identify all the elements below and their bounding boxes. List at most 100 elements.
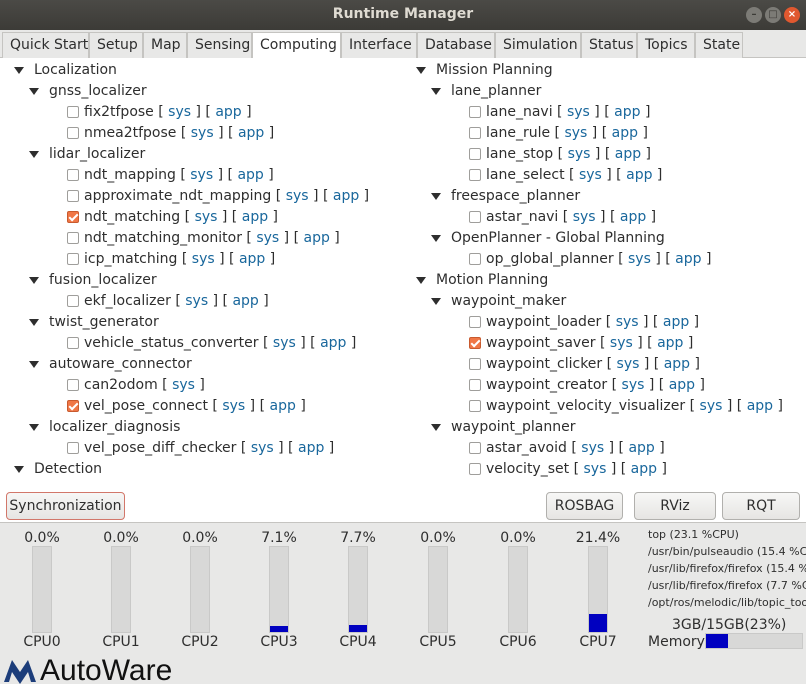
app-link[interactable]: app: [270, 398, 296, 414]
tree-node-label[interactable]: lane_navi: [486, 104, 553, 120]
app-link[interactable]: app: [657, 335, 683, 351]
sys-link[interactable]: sys: [251, 440, 274, 456]
sys-link[interactable]: sys: [567, 104, 590, 120]
node-checkbox[interactable]: [469, 211, 481, 223]
node-checkbox[interactable]: [67, 400, 79, 412]
expand-triangle-icon[interactable]: [431, 235, 441, 242]
tab-status[interactable]: Status: [581, 32, 637, 58]
sys-link[interactable]: sys: [190, 167, 213, 183]
expand-triangle-icon[interactable]: [431, 193, 441, 200]
sys-link[interactable]: sys: [622, 377, 645, 393]
tree-node-label[interactable]: waypoint_velocity_visualizer: [486, 398, 685, 414]
tab-simulation[interactable]: Simulation: [495, 32, 581, 58]
tab-setup[interactable]: Setup: [89, 32, 143, 58]
tree-node-label[interactable]: vel_pose_diff_checker: [84, 440, 236, 456]
tree-node-label[interactable]: approximate_ndt_mapping: [84, 188, 271, 204]
sys-link[interactable]: sys: [564, 125, 587, 141]
node-checkbox[interactable]: [469, 253, 481, 265]
app-link[interactable]: app: [242, 209, 268, 225]
tab-state[interactable]: State: [695, 32, 743, 58]
app-link[interactable]: app: [237, 167, 263, 183]
node-checkbox[interactable]: [67, 337, 79, 349]
tree-node-label[interactable]: ekf_localizer: [84, 293, 171, 309]
app-link[interactable]: app: [333, 188, 359, 204]
expand-triangle-icon[interactable]: [431, 88, 441, 95]
app-link[interactable]: app: [675, 251, 701, 267]
node-checkbox[interactable]: [469, 379, 481, 391]
node-checkbox[interactable]: [469, 106, 481, 118]
tree-node-label[interactable]: ndt_matching_monitor: [84, 230, 242, 246]
sys-link[interactable]: sys: [172, 377, 195, 393]
rviz-button[interactable]: RViz: [634, 492, 716, 520]
sys-link[interactable]: sys: [573, 209, 596, 225]
app-link[interactable]: app: [614, 104, 640, 120]
tree-node-label[interactable]: can2odom: [84, 377, 158, 393]
app-link[interactable]: app: [626, 167, 652, 183]
expand-triangle-icon[interactable]: [14, 67, 24, 74]
rosbag-button[interactable]: ROSBAG: [546, 492, 623, 520]
minimize-icon[interactable]: –: [746, 7, 762, 23]
expand-triangle-icon[interactable]: [416, 67, 426, 74]
app-link[interactable]: app: [615, 146, 641, 162]
app-link[interactable]: app: [304, 230, 330, 246]
app-link[interactable]: app: [612, 125, 638, 141]
maximize-icon[interactable]: □: [765, 7, 781, 23]
tab-sensing[interactable]: Sensing: [187, 32, 252, 58]
close-icon[interactable]: ×: [784, 7, 800, 23]
sys-link[interactable]: sys: [273, 335, 296, 351]
sys-link[interactable]: sys: [610, 335, 633, 351]
node-checkbox[interactable]: [469, 400, 481, 412]
tree-node-label[interactable]: nmea2tfpose: [84, 125, 176, 141]
node-checkbox[interactable]: [67, 211, 79, 223]
node-checkbox[interactable]: [469, 358, 481, 370]
sys-link[interactable]: sys: [222, 398, 245, 414]
expand-triangle-icon[interactable]: [416, 277, 426, 284]
sys-link[interactable]: sys: [191, 125, 214, 141]
app-link[interactable]: app: [664, 356, 690, 372]
node-checkbox[interactable]: [469, 169, 481, 181]
node-checkbox[interactable]: [67, 442, 79, 454]
tree-node-label[interactable]: waypoint_loader: [486, 314, 601, 330]
app-link[interactable]: app: [320, 335, 346, 351]
node-checkbox[interactable]: [469, 316, 481, 328]
sys-link[interactable]: sys: [256, 230, 279, 246]
tree-node-label[interactable]: lane_stop: [486, 146, 553, 162]
node-checkbox[interactable]: [67, 106, 79, 118]
expand-triangle-icon[interactable]: [29, 88, 39, 95]
tab-database[interactable]: Database: [417, 32, 495, 58]
sys-link[interactable]: sys: [617, 356, 640, 372]
sys-link[interactable]: sys: [700, 398, 723, 414]
tree-node-label[interactable]: vehicle_status_converter: [84, 335, 259, 351]
expand-triangle-icon[interactable]: [14, 466, 24, 473]
app-link[interactable]: app: [669, 377, 695, 393]
app-link[interactable]: app: [628, 440, 654, 456]
node-checkbox[interactable]: [67, 232, 79, 244]
sys-link[interactable]: sys: [286, 188, 309, 204]
node-checkbox[interactable]: [67, 379, 79, 391]
app-link[interactable]: app: [747, 398, 773, 414]
node-checkbox[interactable]: [469, 463, 481, 475]
node-checkbox[interactable]: [67, 127, 79, 139]
tab-map[interactable]: Map: [143, 32, 187, 58]
tree-node-label[interactable]: icp_matching: [84, 251, 177, 267]
app-link[interactable]: app: [239, 251, 265, 267]
sys-link[interactable]: sys: [168, 104, 191, 120]
sys-link[interactable]: sys: [581, 440, 604, 456]
expand-triangle-icon[interactable]: [29, 424, 39, 431]
app-link[interactable]: app: [620, 209, 646, 225]
expand-triangle-icon[interactable]: [29, 277, 39, 284]
tab-topics[interactable]: Topics: [637, 32, 695, 58]
expand-triangle-icon[interactable]: [431, 298, 441, 305]
node-checkbox[interactable]: [67, 190, 79, 202]
tree-node-label[interactable]: velocity_set: [486, 461, 569, 477]
node-checkbox[interactable]: [67, 295, 79, 307]
sys-link[interactable]: sys: [616, 314, 639, 330]
app-link[interactable]: app: [232, 293, 258, 309]
tree-node-label[interactable]: astar_avoid: [486, 440, 567, 456]
sys-link[interactable]: sys: [185, 293, 208, 309]
tree-node-label[interactable]: astar_navi: [486, 209, 558, 225]
node-checkbox[interactable]: [67, 253, 79, 265]
app-link[interactable]: app: [663, 314, 689, 330]
sys-link[interactable]: sys: [628, 251, 651, 267]
tree-node-label[interactable]: fix2tfpose: [84, 104, 154, 120]
